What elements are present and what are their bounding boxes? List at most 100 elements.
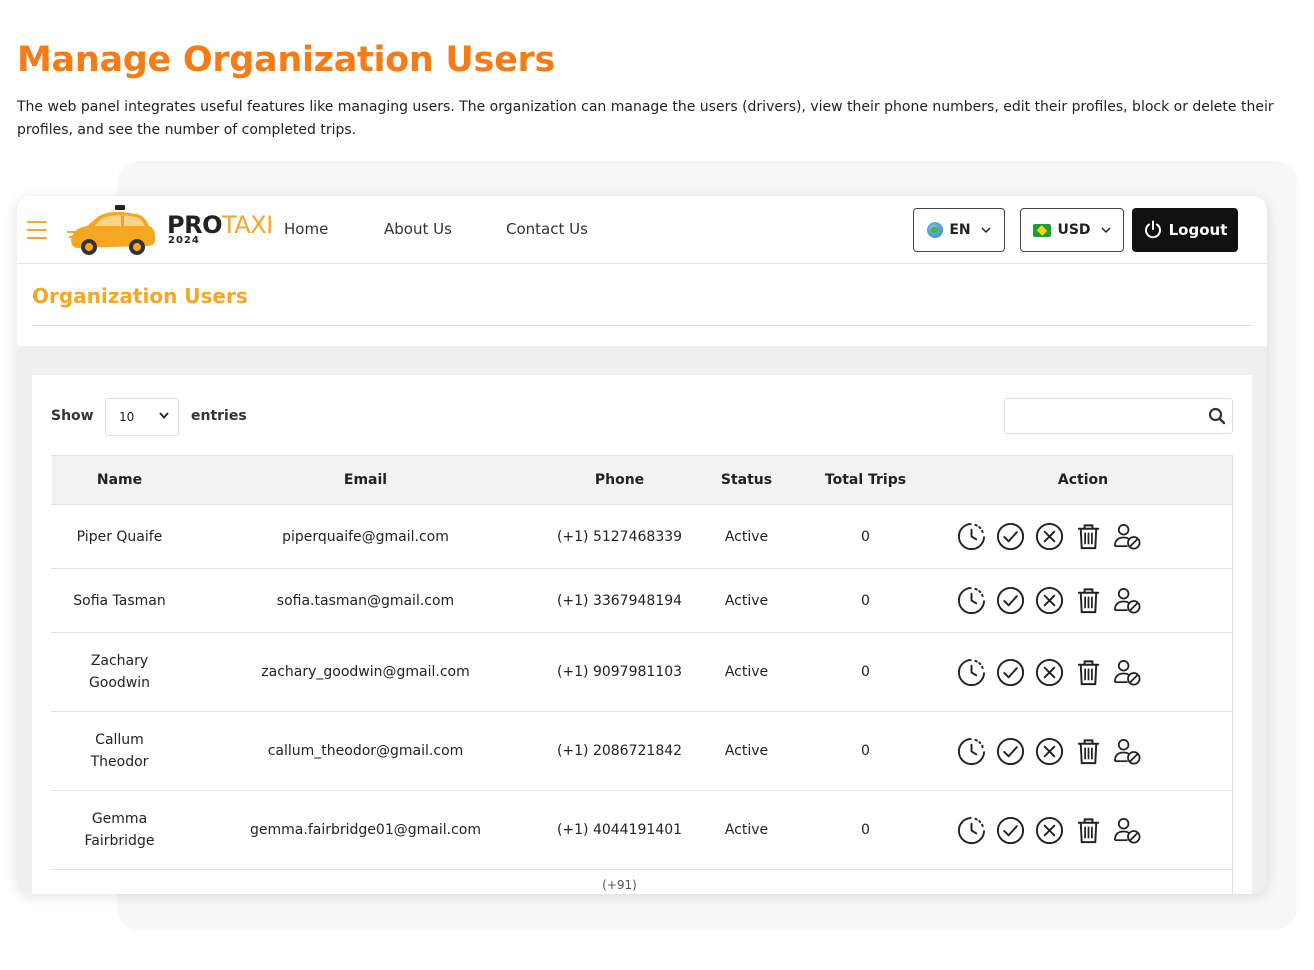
history-icon[interactable] bbox=[956, 657, 987, 688]
logo-year: 2024 bbox=[168, 235, 200, 246]
search-icon[interactable] bbox=[1208, 407, 1226, 425]
cell-actions bbox=[933, 711, 1233, 791]
search-input[interactable] bbox=[1005, 399, 1195, 433]
language-selector[interactable]: EN bbox=[913, 208, 1005, 252]
reject-icon[interactable] bbox=[1034, 815, 1065, 846]
user-email: callum_theodor@gmail.com bbox=[267, 743, 464, 759]
logout-button[interactable]: Logout bbox=[1132, 208, 1238, 252]
cell-email: callum_theodor@gmail.com bbox=[187, 711, 544, 791]
cell-name: Sofia Tasman bbox=[51, 568, 188, 633]
user-name: Gemma Fairbridge bbox=[84, 811, 155, 849]
brazil-flag-icon bbox=[1033, 223, 1052, 237]
page-title: Organization Users bbox=[32, 284, 248, 308]
user-email: zachary_goodwin@gmail.com bbox=[261, 664, 470, 680]
block-user-icon[interactable] bbox=[1112, 521, 1143, 552]
user-phone: (+1) 2086721842 bbox=[556, 743, 683, 759]
cell-name: Callum Theodor bbox=[51, 711, 188, 791]
cell-phone: (+1) 3367948194 bbox=[543, 568, 696, 633]
user-name: Zachary Goodwin bbox=[88, 653, 151, 691]
approve-icon[interactable] bbox=[995, 736, 1026, 767]
power-icon bbox=[1144, 220, 1161, 239]
show-label: Show bbox=[51, 408, 94, 424]
table-row: Zachary Goodwin zachary_goodwin@gmail.co… bbox=[51, 632, 1233, 712]
reject-icon[interactable] bbox=[1034, 585, 1065, 616]
logo-taxi-text: TAXI bbox=[221, 211, 273, 239]
taxi-car-logo-icon bbox=[67, 205, 155, 255]
block-user-icon[interactable] bbox=[1112, 585, 1143, 616]
cell-email: gemma.fairbridge01@gmail.com bbox=[187, 790, 544, 870]
cell-email: piperquaife@gmail.com bbox=[187, 504, 544, 569]
delete-icon[interactable] bbox=[1073, 815, 1104, 846]
currency-selector[interactable]: USD bbox=[1020, 208, 1124, 252]
cell-status: Active bbox=[695, 790, 798, 870]
user-name: Callum Theodor bbox=[90, 732, 149, 770]
approve-icon[interactable] bbox=[995, 657, 1026, 688]
cell-status: Active bbox=[695, 568, 798, 633]
column-header-status[interactable]: Status bbox=[695, 455, 798, 505]
cell-status: Active bbox=[695, 711, 798, 791]
block-user-icon[interactable] bbox=[1112, 657, 1143, 688]
user-email: piperquaife@gmail.com bbox=[282, 528, 449, 545]
approve-icon[interactable] bbox=[995, 521, 1026, 552]
reject-icon[interactable] bbox=[1034, 657, 1065, 688]
total-trips-value: 0 bbox=[861, 743, 870, 759]
reject-icon[interactable] bbox=[1034, 521, 1065, 552]
cell-email: sofia.tasman@gmail.com bbox=[187, 568, 544, 633]
cell-actions bbox=[933, 504, 1233, 569]
reject-icon[interactable] bbox=[1034, 736, 1065, 767]
cell-phone: (+1) 2086721842 bbox=[543, 711, 696, 791]
action-icons bbox=[934, 815, 1232, 846]
user-phone: (+1) 4044191401 bbox=[556, 822, 683, 838]
cell-email: zachary_goodwin@gmail.com bbox=[187, 632, 544, 712]
total-trips-value: 0 bbox=[861, 592, 870, 609]
total-trips-value: 0 bbox=[861, 822, 870, 838]
column-header-name[interactable]: Name bbox=[51, 455, 188, 505]
logout-label: Logout bbox=[1168, 221, 1228, 239]
chevron-down-icon bbox=[159, 412, 169, 419]
cell-name: Gemma Fairbridge bbox=[51, 790, 188, 870]
delete-icon[interactable] bbox=[1073, 521, 1104, 552]
hero-title: Manage Organization Users bbox=[17, 40, 556, 80]
cell-name: Zachary Goodwin bbox=[51, 632, 188, 712]
block-user-icon[interactable] bbox=[1112, 815, 1143, 846]
cell-actions bbox=[933, 568, 1233, 633]
approve-icon[interactable] bbox=[995, 815, 1026, 846]
nav-link-contact-us[interactable]: Contact Us bbox=[506, 220, 588, 238]
search-box bbox=[1004, 398, 1233, 434]
hamburger-icon[interactable] bbox=[27, 221, 47, 239]
history-icon[interactable] bbox=[956, 585, 987, 616]
status-text: Active bbox=[724, 743, 769, 759]
delete-icon[interactable] bbox=[1073, 657, 1104, 688]
cell-actions bbox=[933, 790, 1233, 870]
history-icon[interactable] bbox=[956, 736, 987, 767]
table-row: Sofia Tasman sofia.tasman@gmail.com (+1)… bbox=[51, 568, 1233, 633]
entries-select[interactable]: 10 bbox=[105, 398, 179, 436]
total-trips-value: 0 bbox=[861, 664, 870, 680]
cell-total-trips: 0 bbox=[797, 504, 934, 569]
cell-name: Piper Quaife bbox=[51, 504, 188, 569]
history-icon[interactable] bbox=[956, 521, 987, 552]
entries-select-value: 10 bbox=[119, 410, 135, 424]
app-window: PROTAXI 2024 Home About Us Contact Us EN… bbox=[17, 196, 1267, 894]
user-phone: (+91) bbox=[602, 878, 637, 892]
action-icons bbox=[934, 657, 1232, 688]
nav-link-about-us[interactable]: About Us bbox=[384, 220, 452, 238]
user-phone: (+1) 5127468339 bbox=[556, 528, 683, 545]
history-icon[interactable] bbox=[956, 815, 987, 846]
nav-link-home[interactable]: Home bbox=[284, 220, 328, 238]
column-header-total-trips[interactable]: Total Trips bbox=[797, 455, 934, 505]
user-email: sofia.tasman@gmail.com bbox=[276, 592, 455, 609]
column-header-email[interactable]: Email bbox=[187, 455, 544, 505]
cell-total-trips: 0 bbox=[797, 711, 934, 791]
currency-value: USD bbox=[1057, 222, 1091, 238]
status-text: Active bbox=[724, 822, 769, 838]
column-header-phone[interactable]: Phone bbox=[543, 455, 696, 505]
block-user-icon[interactable] bbox=[1112, 736, 1143, 767]
divider bbox=[32, 325, 1252, 326]
hero-description: The web panel integrates useful features… bbox=[17, 99, 1274, 138]
approve-icon[interactable] bbox=[995, 585, 1026, 616]
delete-icon[interactable] bbox=[1073, 736, 1104, 767]
delete-icon[interactable] bbox=[1073, 585, 1104, 616]
entries-label: entries bbox=[191, 408, 247, 424]
language-value: EN bbox=[949, 222, 971, 238]
